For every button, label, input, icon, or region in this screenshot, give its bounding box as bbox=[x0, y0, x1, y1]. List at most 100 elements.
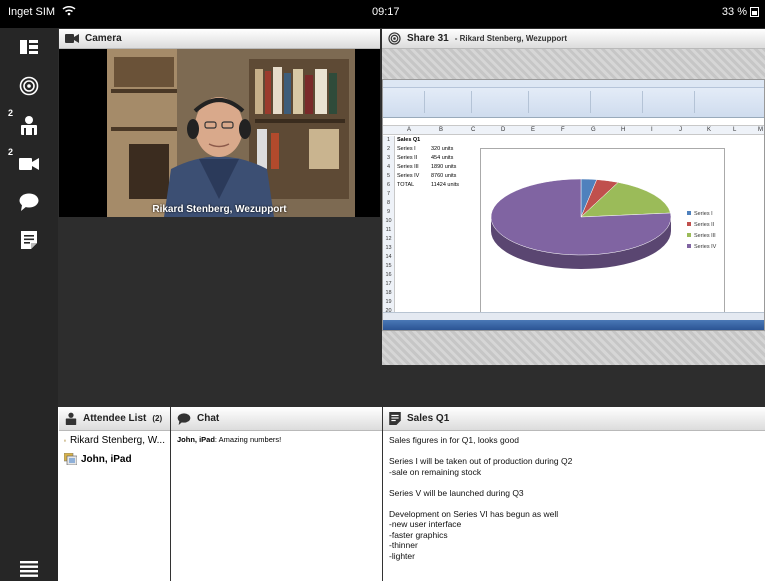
row-number: 15 bbox=[385, 263, 392, 269]
attendee-row[interactable]: Rikard Stenberg, W... bbox=[59, 431, 170, 450]
legend-swatch bbox=[687, 233, 691, 237]
battery-percent: 33 % bbox=[721, 6, 747, 18]
chat-header: Chat bbox=[171, 407, 382, 431]
column-headers: A B C D E F G H I J K L M bbox=[383, 126, 764, 135]
spreadsheet-ribbon bbox=[383, 80, 764, 118]
notes-panel: Sales Q1 Sales figures in for Q1, looks … bbox=[382, 407, 765, 581]
battery-icon bbox=[750, 7, 759, 17]
row-number: 10 bbox=[385, 218, 392, 224]
legend-swatch bbox=[687, 222, 691, 226]
attendees-badge: 2 bbox=[8, 108, 14, 118]
note-spacer bbox=[389, 498, 759, 509]
device-icon bbox=[64, 453, 77, 465]
col-header: G bbox=[591, 127, 596, 133]
share-panel-presenter: - Rikard Stenberg, Wezupport bbox=[454, 34, 568, 43]
col-header: L bbox=[733, 127, 737, 133]
notes-title: Sales Q1 bbox=[407, 413, 450, 424]
spreadsheet-window: A B C D E F G H I J K L M 1 2 3 4 5 6 7 8 9 10 11 1… bbox=[382, 79, 765, 331]
layout-button[interactable] bbox=[0, 28, 58, 66]
video-camera-icon bbox=[19, 158, 39, 170]
cell-label: TOTAL bbox=[397, 182, 415, 188]
cell-label: Series II bbox=[397, 155, 418, 161]
carrier-label: Inget SIM bbox=[8, 6, 56, 18]
cell-value: 320 units bbox=[431, 146, 454, 152]
col-header: A bbox=[407, 127, 412, 133]
sidebar: 2 2 bbox=[0, 28, 58, 581]
shared-screen[interactable]: A B C D E F G H I J K L M 1 2 3 4 5 6 7 8 9 10 11 1… bbox=[382, 49, 765, 365]
row-number: 14 bbox=[385, 254, 392, 260]
row-number: 2 bbox=[386, 146, 391, 152]
camera-button[interactable]: 2 bbox=[0, 145, 58, 183]
attendee-list-header: Attendee List (2) bbox=[59, 407, 170, 431]
camera-panel-title: Camera bbox=[85, 33, 122, 44]
attendee-name: Rikard Stenberg, W... bbox=[69, 435, 165, 446]
share-panel-title: Share 31 bbox=[407, 33, 449, 44]
note-line: Series I will be taken out of production… bbox=[389, 456, 573, 466]
col-header: E bbox=[531, 127, 536, 133]
legend-swatch bbox=[687, 244, 691, 248]
attendees-button[interactable]: 2 bbox=[0, 106, 58, 144]
chat-panel: Chat John, iPad: Amazing numbers! bbox=[170, 407, 382, 581]
note-line: Development on Series VI has begun as we… bbox=[389, 508, 559, 519]
status-bar: Inget SIM 09:17 33 % bbox=[0, 0, 765, 28]
sheet-tabs-bar bbox=[383, 312, 764, 320]
chat-title: Chat bbox=[197, 413, 220, 424]
note-line: -lighter bbox=[389, 550, 415, 561]
col-header: C bbox=[471, 127, 476, 133]
chat-bubble-icon bbox=[177, 412, 191, 425]
notepad-icon bbox=[389, 412, 401, 425]
row-number: 7 bbox=[386, 191, 391, 197]
cell-value: 454 units bbox=[431, 155, 454, 161]
cell-label: Series III bbox=[397, 164, 419, 170]
target-icon bbox=[19, 76, 39, 96]
attendee-row[interactable]: John, iPad bbox=[59, 450, 170, 468]
cell-value: 8760 units bbox=[431, 173, 457, 179]
notes-text[interactable]: Sales figures in for Q1, looks good Serie… bbox=[383, 431, 765, 565]
attendee-name: John, iPad bbox=[81, 453, 132, 465]
person-icon bbox=[21, 116, 37, 135]
col-header: M bbox=[758, 127, 763, 133]
cell-label: Series IV bbox=[397, 173, 420, 179]
notes-button[interactable] bbox=[0, 221, 58, 259]
cell-label: Series I bbox=[397, 146, 416, 152]
cell-label: Sales Q1 bbox=[397, 137, 421, 143]
note-spacer bbox=[389, 477, 759, 488]
attendee-list-title: Attendee List bbox=[83, 413, 147, 424]
camera-video-feed[interactable] bbox=[59, 49, 380, 217]
col-header: J bbox=[679, 127, 682, 133]
col-header: I bbox=[651, 127, 653, 133]
chat-button[interactable] bbox=[0, 183, 58, 221]
spreadsheet-row: Series I 320 units bbox=[395, 145, 475, 154]
menu-button[interactable] bbox=[0, 550, 58, 581]
formula-bar bbox=[383, 118, 764, 126]
share-panel: Share 31 - Rikard Stenberg, Wezupport A … bbox=[382, 29, 765, 365]
row-number: 5 bbox=[386, 173, 391, 179]
note-line: Series V will be launched during Q3 bbox=[389, 487, 524, 498]
spreadsheet-cells: Sales Q1 Series I 320 units Series II 454 un… bbox=[395, 136, 475, 190]
col-header: D bbox=[501, 127, 506, 133]
pie-chart-svg: Series I Series II Series III Series IV bbox=[490, 178, 717, 269]
wifi-icon bbox=[62, 4, 76, 19]
row-number: 8 bbox=[386, 200, 391, 206]
row-number: 19 bbox=[385, 299, 392, 305]
spreadsheet-row: Series III 1890 units bbox=[395, 163, 475, 172]
note-line: -thinner bbox=[389, 540, 418, 550]
note-line: -sale on remaining stock bbox=[389, 466, 482, 477]
notes-header: Sales Q1 bbox=[383, 407, 765, 431]
camera-badge: 2 bbox=[8, 147, 14, 157]
row-number: 12 bbox=[385, 236, 392, 242]
chat-bubble-icon bbox=[19, 193, 39, 211]
taskbar bbox=[383, 320, 764, 330]
note-spacer bbox=[389, 446, 759, 457]
presenter-lock-icon bbox=[64, 439, 66, 442]
legend-label: Series II bbox=[694, 222, 715, 228]
share-button[interactable] bbox=[0, 67, 58, 105]
spreadsheet-row: Series II 454 units bbox=[395, 154, 475, 163]
camera-panel-header: Camera bbox=[59, 29, 380, 49]
legend-label: Series IV bbox=[694, 244, 717, 250]
row-number: 18 bbox=[385, 290, 392, 296]
row-number: 9 bbox=[386, 209, 391, 215]
legend-label: Series III bbox=[694, 233, 716, 239]
camera-panel: Camera Rikard Stenberg, Wezupport bbox=[59, 29, 380, 217]
row-number: 11 bbox=[385, 227, 392, 233]
